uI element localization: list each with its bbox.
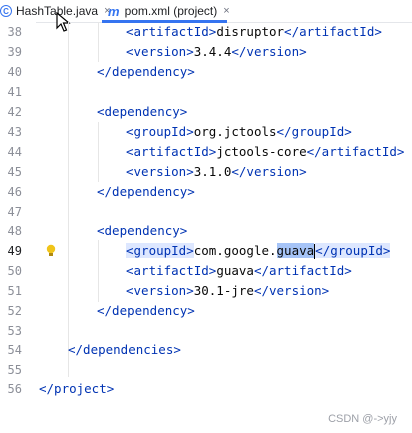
xml-tag: </artifactId> <box>253 263 352 278</box>
line-number: 49 <box>7 244 22 258</box>
xml-tag: </version> <box>253 283 330 298</box>
code-line: 38 <artifactId>disruptor</artifactId> <box>0 22 412 42</box>
xml-tag: <artifactId> <box>126 24 217 39</box>
xml-tag: </dependency> <box>97 184 195 199</box>
line-number: 53 <box>7 324 22 338</box>
code-editor[interactable]: 38 <artifactId>disruptor</artifactId> 39… <box>0 22 412 433</box>
xml-text: disruptor <box>216 24 285 39</box>
xml-tag: <artifactId> <box>126 144 217 159</box>
line-number: 50 <box>7 264 22 278</box>
line-number: 56 <box>7 382 22 396</box>
line-number: 40 <box>7 65 22 79</box>
xml-tag: <version> <box>126 164 194 179</box>
selected-text: guava <box>276 243 315 258</box>
code-line: 47 <box>0 202 412 222</box>
close-icon[interactable]: × <box>223 5 229 17</box>
xml-tag: <dependency> <box>97 223 188 238</box>
code-line: 56 </project> <box>0 379 412 399</box>
xml-tag: <groupId> <box>126 243 194 258</box>
code-line: 54 </dependencies> <box>0 340 412 360</box>
xml-text: jctools-core <box>216 144 307 159</box>
xml-tag: </project> <box>39 381 115 396</box>
tab-label: pom.xml (project) <box>124 4 218 18</box>
line-number: 46 <box>7 185 22 199</box>
maven-icon: m <box>108 3 120 19</box>
code-line: 44 <artifactId>jctools-core</artifactId> <box>0 142 412 162</box>
xml-tag: </dependency> <box>97 303 195 318</box>
code-line-current: 49 <groupId>com.google.guava</groupId> <box>0 241 412 261</box>
line-number: 39 <box>7 45 22 59</box>
code-line: 42 <dependency> <box>0 102 412 122</box>
xml-tag: <version> <box>126 44 194 59</box>
line-number: 54 <box>7 343 22 357</box>
code-line: 55 <box>0 360 412 380</box>
xml-tag: </version> <box>231 164 307 179</box>
line-number: 52 <box>7 304 22 318</box>
tab-pom-xml[interactable]: m pom.xml (project) × <box>108 0 230 22</box>
code-line: 41 <box>0 82 412 102</box>
code-line: 50 <artifactId>guava</artifactId> <box>0 261 412 281</box>
xml-tag: </groupId> <box>276 124 352 139</box>
xml-text: 3.1.0 <box>193 164 232 179</box>
line-number: 43 <box>7 125 22 139</box>
xml-text: 3.4.4 <box>193 44 232 59</box>
line-number: 48 <box>7 224 22 238</box>
line-number: 47 <box>7 205 22 219</box>
xml-text: guava <box>216 263 254 278</box>
code-line: 45 <version>3.1.0</version> <box>0 162 412 182</box>
code-line: 46 </dependency> <box>0 182 412 202</box>
xml-tag: <version> <box>126 283 194 298</box>
code-line: 52 </dependency> <box>0 301 412 321</box>
xml-tag: </dependencies> <box>68 342 181 357</box>
xml-tag: </groupId> <box>315 243 391 258</box>
code-line: 39 <version>3.4.4</version> <box>0 42 412 62</box>
lightbulb-icon[interactable] <box>46 244 56 258</box>
xml-text: org.jctools <box>193 124 277 139</box>
watermark: CSDN @->yjy <box>328 413 397 425</box>
xml-tag: </version> <box>231 44 307 59</box>
xml-tag: </artifactId> <box>306 144 405 159</box>
xml-tag: <dependency> <box>97 104 188 119</box>
line-number: 38 <box>7 25 22 39</box>
line-number: 45 <box>7 165 22 179</box>
code-line: 43 <groupId>org.jctools</groupId> <box>0 122 412 142</box>
xml-tag: <groupId> <box>126 124 194 139</box>
line-number: 44 <box>7 145 22 159</box>
code-line: 53 <box>0 321 412 341</box>
code-line: 51 <version>30.1-jre</version> <box>0 281 412 301</box>
line-number: 41 <box>7 85 22 99</box>
line-number: 51 <box>7 284 22 298</box>
xml-tag: <artifactId> <box>126 263 217 278</box>
line-number: 55 <box>7 363 22 377</box>
code-line: 40 </dependency> <box>0 62 412 82</box>
xml-text: com.google. <box>193 243 277 258</box>
code-line: 48 <dependency> <box>0 221 412 241</box>
xml-tag: </artifactId> <box>284 24 382 39</box>
class-icon: C <box>0 5 12 17</box>
xml-tag: </dependency> <box>97 64 195 79</box>
line-number: 42 <box>7 105 22 119</box>
xml-text: 30.1-jre <box>193 283 254 298</box>
